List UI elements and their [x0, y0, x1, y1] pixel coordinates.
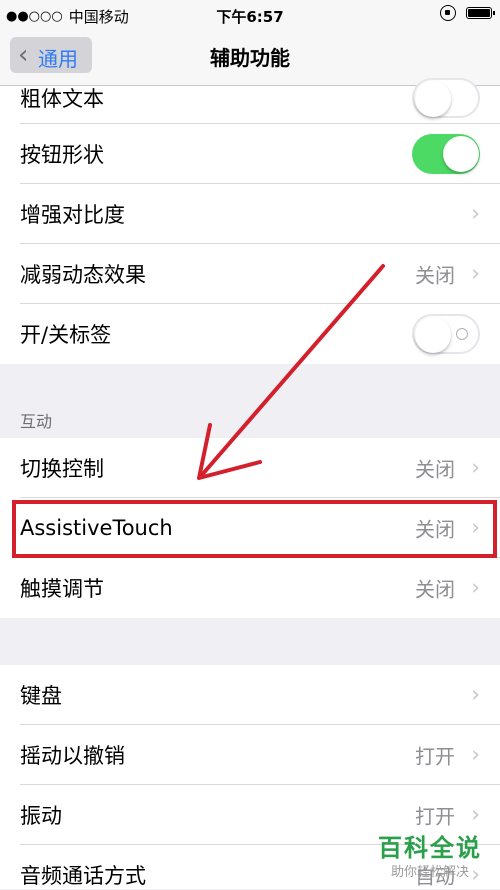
on-off-labels-toggle[interactable] — [412, 314, 480, 354]
row-label: 按钮形状 — [20, 143, 104, 167]
settings-row-touch-accommodations[interactable]: 触摸调节 关闭 › — [0, 558, 500, 618]
watermark-title: 百科全说 — [378, 834, 482, 862]
chevron-right-icon: › — [471, 575, 480, 601]
settings-row-shake-to-undo[interactable]: 摇动以撤销 打开 › — [0, 725, 500, 785]
settings-row-button-shapes[interactable]: 按钮形状 — [0, 124, 500, 184]
settings-row-reduce-motion[interactable]: 减弱动态效果 关闭 › — [0, 244, 500, 304]
row-label: 键盘 — [20, 684, 62, 708]
watermark-logo: 百科全说 助你轻松解决 — [378, 828, 482, 880]
settings-row-keyboard[interactable]: 键盘 › — [0, 665, 500, 725]
row-label: 减弱动态效果 — [20, 263, 146, 287]
chevron-right-icon: › — [471, 682, 480, 708]
row-label: 增强对比度 — [20, 203, 125, 227]
chevron-right-icon: › — [471, 802, 480, 828]
toggle-knob — [415, 81, 451, 117]
settings-row-on-off-labels[interactable]: 开/关标签 — [0, 304, 500, 364]
toggle-knob — [443, 136, 479, 172]
settings-row-bold-text[interactable]: 粗体文本 — [0, 78, 500, 124]
settings-row-increase-contrast[interactable]: 增强对比度 › — [0, 184, 500, 244]
row-label: AssistiveTouch — [20, 516, 173, 540]
row-value: 关闭 — [415, 263, 455, 288]
toggle-knob — [415, 317, 451, 353]
row-label: 开/关标签 — [20, 323, 112, 347]
chevron-right-icon: › — [471, 201, 480, 227]
status-time: 下午6:57 — [216, 8, 284, 26]
status-icons — [440, 5, 495, 21]
section-header-interaction: 互动 — [20, 412, 53, 431]
row-label: 振动 — [20, 804, 62, 828]
settings-group-interaction: 切换控制 关闭 › AssistiveTouch 关闭 › 触摸调节 关闭 › — [0, 438, 500, 618]
button-shapes-toggle[interactable] — [412, 134, 480, 174]
settings-row-switch-control[interactable]: 切换控制 关闭 › — [0, 438, 500, 498]
page-title: 辅助功能 — [210, 46, 290, 70]
row-value: 关闭 — [415, 457, 455, 482]
chevron-right-icon: › — [471, 515, 480, 541]
chevron-right-icon: › — [471, 742, 480, 768]
settings-row-assistivetouch[interactable]: AssistiveTouch 关闭 › — [0, 498, 500, 558]
row-label: 切换控制 — [20, 457, 104, 481]
row-label: 摇动以撤销 — [20, 744, 125, 768]
chevron-right-icon: › — [471, 455, 480, 481]
settings-group-display: 粗体文本 按钮形状 增强对比度 › 减弱动态效果 关闭 › 开/关标签 — [0, 78, 500, 364]
row-label: 粗体文本 — [20, 87, 104, 111]
row-value: 打开 — [415, 744, 455, 769]
bold-text-toggle[interactable] — [412, 78, 480, 118]
row-value: 打开 — [415, 804, 455, 829]
off-label-circle-icon — [456, 328, 468, 340]
row-label: 音频通话方式 — [20, 864, 146, 888]
rotation-lock-icon — [440, 5, 456, 21]
status-bar: ●●○○○ 中国移动 下午6:57 — [0, 0, 500, 30]
navigation-bar: ‹ 通用 辅助功能 — [0, 30, 500, 86]
row-label: 触摸调节 — [20, 577, 104, 601]
row-value: 关闭 — [415, 517, 455, 542]
chevron-right-icon: › — [471, 261, 480, 287]
battery-icon — [466, 7, 495, 19]
row-value: 关闭 — [415, 577, 455, 602]
watermark-subtitle: 助你轻松解决 — [390, 865, 469, 880]
